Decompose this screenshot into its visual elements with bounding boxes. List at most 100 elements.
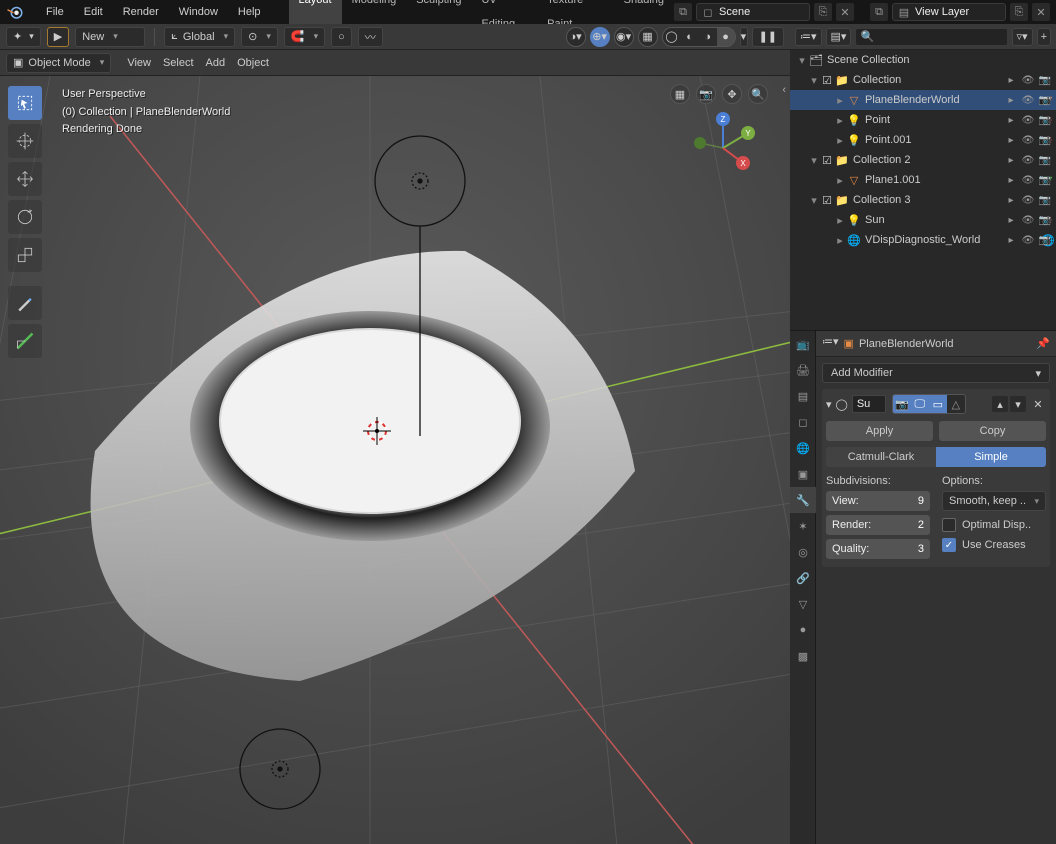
outliner-search-field[interactable]: 🔍 <box>855 28 1007 46</box>
menu-help[interactable]: Help <box>228 6 271 18</box>
hide-toggle-icon[interactable]: 👁 <box>1021 75 1035 86</box>
outliner-item[interactable]: ▸▽Plane1.001▽▸👁📷 <box>790 170 1056 190</box>
proportional-edit-icon[interactable]: ○ <box>331 27 352 47</box>
pan-view-icon[interactable]: ✥ <box>722 84 742 104</box>
hide-toggle-icon[interactable]: 👁 <box>1021 95 1035 106</box>
editor-type-icon[interactable]: ✦▾ <box>6 27 41 47</box>
mesh-tab-icon[interactable]: ▽ <box>790 591 816 617</box>
twisty-icon[interactable]: ▾ <box>808 154 820 167</box>
scene-name-field[interactable]: ◻ <box>696 3 810 21</box>
modemenu-select[interactable]: Select <box>157 57 200 69</box>
menu-edit[interactable]: Edit <box>74 6 113 18</box>
twisty-icon[interactable]: ▸ <box>834 234 846 247</box>
selectable-toggle-icon[interactable]: ▸ <box>1004 215 1018 226</box>
pin-icon[interactable]: 📌 <box>1036 337 1050 350</box>
mod-realtime-icon[interactable]: 🖵 <box>911 395 929 413</box>
modifier-remove-icon[interactable]: ✕ <box>1030 396 1046 412</box>
modifier-tab-icon[interactable]: 🔧 <box>790 487 816 513</box>
viewlayer-name-input[interactable] <box>915 5 1001 19</box>
twisty-icon[interactable]: ▸ <box>834 114 846 127</box>
selectable-toggle-icon[interactable]: ▸ <box>1004 155 1018 166</box>
outliner-collection[interactable]: ▾☑📁Collection 2▸👁📷 <box>790 150 1056 170</box>
copy-button[interactable]: Copy <box>939 421 1046 441</box>
twisty-icon[interactable]: ▸ <box>834 94 846 107</box>
proportional-falloff-icon[interactable]: 〰 <box>358 27 383 47</box>
selectable-toggle-icon[interactable]: ▸ <box>1004 135 1018 146</box>
snap-dropdown[interactable]: 🧲 <box>284 27 325 47</box>
orientation-dropdown[interactable]: ⟀Global <box>164 27 235 47</box>
catmull-clark-option[interactable]: Catmull-Clark <box>826 447 936 467</box>
render-toggle-icon[interactable]: 📷 <box>1038 135 1052 146</box>
layer-new-icon[interactable]: ⎘ <box>1010 3 1028 21</box>
outliner-item[interactable]: ▸💡Point☀▸👁📷 <box>790 110 1056 130</box>
modemenu-object[interactable]: Object <box>231 57 275 69</box>
scene-tab-icon[interactable]: ◻ <box>790 409 816 435</box>
menu-file[interactable]: File <box>36 6 74 18</box>
axis-gizmo[interactable]: Z Y X <box>686 111 760 185</box>
selectable-toggle-icon[interactable]: ▸ <box>1004 115 1018 126</box>
render-toggle-icon[interactable]: 📷 <box>1038 195 1052 206</box>
modifier-name-field[interactable] <box>852 395 886 413</box>
props-editor-type-icon[interactable]: ≔▾ <box>822 335 839 353</box>
add-modifier-dropdown[interactable]: Add Modifier▾ <box>822 363 1050 383</box>
outliner-item[interactable]: ▸💡Point.001☀▸👁📷 <box>790 130 1056 150</box>
output-tab-icon[interactable]: 🖨 <box>790 357 816 383</box>
twisty-icon[interactable]: ▸ <box>834 174 846 187</box>
3d-viewport[interactable]: User Perspective (0) Collection | PlaneB… <box>0 76 790 844</box>
twisty-icon[interactable]: ▸ <box>834 134 846 147</box>
viewlayer-tab-icon[interactable]: ▤ <box>790 383 816 409</box>
hide-toggle-icon[interactable]: 👁 <box>1021 115 1035 126</box>
render-toggle-icon[interactable]: 📷 <box>1038 75 1052 86</box>
rendered-mode-icon[interactable]: ● <box>717 28 735 46</box>
modifier-name-input[interactable] <box>857 398 881 410</box>
modifier-move-up-icon[interactable]: ▴ <box>992 396 1008 412</box>
cursor-tool-icon[interactable] <box>8 124 42 158</box>
constraints-tab-icon[interactable]: 🔗 <box>790 565 816 591</box>
visibility-filter-icon[interactable]: ◑▾ <box>566 27 586 47</box>
selectable-toggle-icon[interactable]: ▸ <box>1004 175 1018 186</box>
material-tab-icon[interactable]: ● <box>790 617 816 643</box>
outliner-search-input[interactable] <box>874 29 1002 44</box>
matprev-mode-icon[interactable]: ◑ <box>699 28 717 46</box>
layer-browse-icon[interactable]: ⧉ <box>870 3 888 21</box>
scene-delete-icon[interactable]: ✕ <box>836 3 854 21</box>
pivot-dropdown[interactable]: ⊙ <box>241 27 278 47</box>
object-tab-icon[interactable]: ▣ <box>790 461 816 487</box>
render-toggle-icon[interactable]: 📷 <box>1038 175 1052 186</box>
modifier-move-down-icon[interactable]: ▾ <box>1010 396 1026 412</box>
texture-tab-icon[interactable]: ▩ <box>790 643 816 669</box>
selectable-toggle-icon[interactable]: ▸ <box>1004 195 1018 206</box>
collection-enable-checkbox[interactable]: ☑ <box>820 154 834 167</box>
scene-name-input[interactable] <box>719 5 805 19</box>
outliner-editor-type-icon[interactable]: ≔▾ <box>795 28 822 46</box>
render-subdiv-field[interactable]: Render:2 <box>826 515 930 535</box>
layer-delete-icon[interactable]: ✕ <box>1032 3 1050 21</box>
render-toggle-icon[interactable]: 📷 <box>1038 155 1052 166</box>
rotate-tool-icon[interactable] <box>8 200 42 234</box>
quality-field[interactable]: Quality:3 <box>826 539 930 559</box>
camera-view-icon[interactable]: ▦ <box>670 84 690 104</box>
move-tool-icon[interactable] <box>8 162 42 196</box>
overlay-toggle-icon[interactable]: ◉▾ <box>614 27 634 47</box>
scene-new-icon[interactable]: ⎘ <box>814 3 832 21</box>
modemenu-view[interactable]: View <box>121 57 157 69</box>
world-tab-icon[interactable]: 🌐 <box>790 435 816 461</box>
mod-cage-icon[interactable]: △ <box>947 395 965 413</box>
twisty-icon[interactable]: ▾ <box>808 194 820 207</box>
hide-toggle-icon[interactable]: 👁 <box>1021 135 1035 146</box>
hide-toggle-icon[interactable]: 👁 <box>1021 175 1035 186</box>
outliner-item[interactable]: ▸💡Sun☀▸👁📷 <box>790 210 1056 230</box>
outliner-root[interactable]: ▾🗂Scene Collection <box>790 50 1056 70</box>
particles-tab-icon[interactable]: ✶ <box>790 513 816 539</box>
twisty-icon[interactable]: ▾ <box>796 54 808 67</box>
gizmo-toggle-icon[interactable]: ⊕▾ <box>590 27 610 47</box>
optimal-display-checkbox[interactable] <box>942 518 956 532</box>
mod-editmode-icon[interactable]: ▭ <box>929 395 947 413</box>
viewlayer-name-field[interactable]: ▤ <box>892 3 1006 21</box>
selectable-toggle-icon[interactable]: ▸ <box>1004 235 1018 246</box>
view-subdiv-field[interactable]: View:9 <box>826 491 930 511</box>
simple-option[interactable]: Simple <box>936 447 1046 467</box>
render-toggle-icon[interactable]: 📷 <box>1038 235 1052 246</box>
hide-toggle-icon[interactable]: 👁 <box>1021 215 1035 226</box>
shading-popover-icon[interactable]: ▾ <box>740 27 748 47</box>
